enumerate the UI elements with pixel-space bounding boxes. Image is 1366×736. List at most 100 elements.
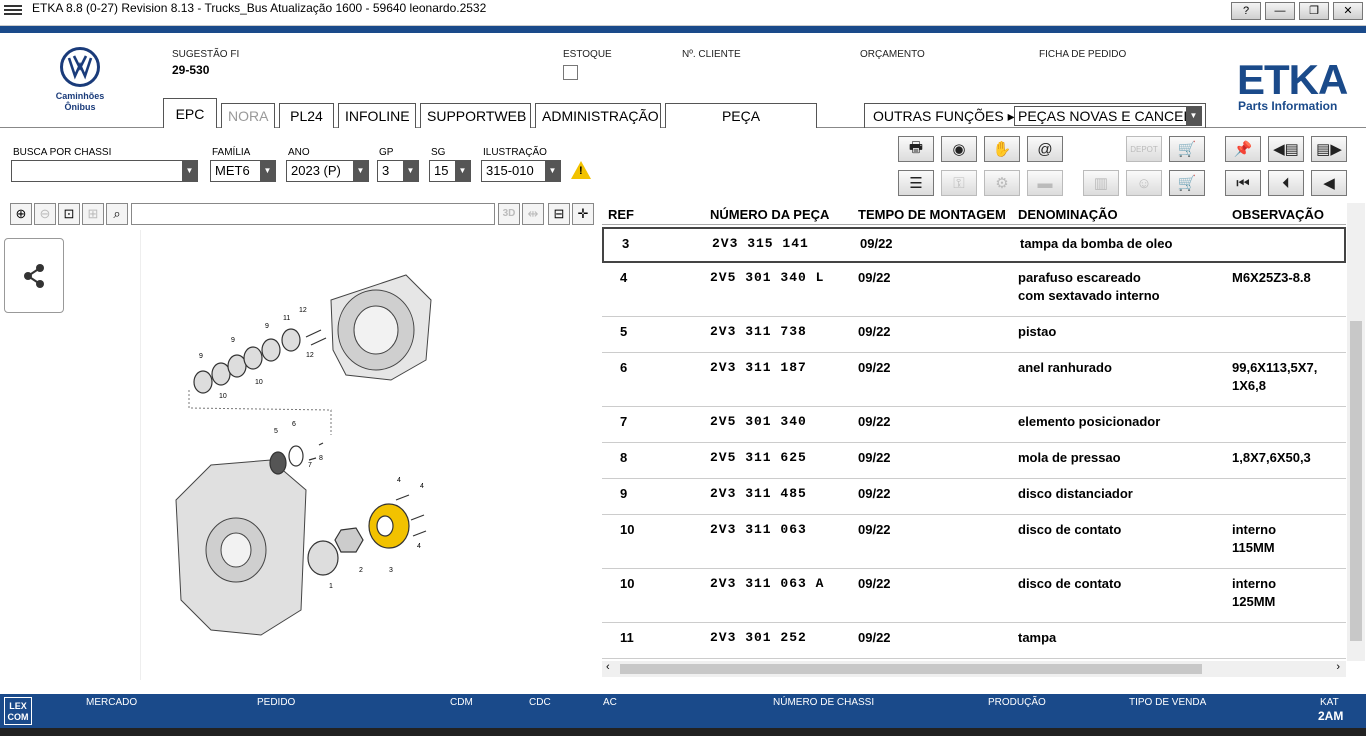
cart-icon[interactable]: 🛒: [1169, 136, 1205, 162]
table-row[interactable]: 9 2V3 311 485 09/22 disco distanciador: [602, 479, 1346, 515]
page-forward-icon[interactable]: ▤▶: [1311, 136, 1347, 162]
menu-icon[interactable]: [4, 3, 22, 17]
tab-infoline[interactable]: INFOLINE: [338, 103, 416, 128]
callout-3: 3: [389, 567, 393, 574]
vertical-scrollbar[interactable]: [1347, 203, 1365, 661]
chevron-down-icon: ▼: [545, 161, 560, 181]
close-button[interactable]: ✕: [1333, 2, 1363, 20]
vehicle-icon[interactable]: ⚙: [984, 170, 1020, 196]
chevron-down-icon: ▼: [1186, 107, 1201, 125]
parts-table: REF NÚMERO DA PEÇA TEMPO DE MONTAGEM DEN…: [602, 203, 1346, 661]
pin-icon[interactable]: 📌: [1225, 136, 1261, 162]
3d-view-button[interactable]: 3D: [498, 203, 520, 225]
page-back-icon[interactable]: ◀▤: [1268, 136, 1304, 162]
depot-button[interactable]: DEPOT: [1126, 136, 1162, 162]
col-ref[interactable]: REF: [608, 207, 634, 222]
status-ac: AC: [603, 697, 617, 708]
tab-nora[interactable]: NORA: [221, 103, 275, 128]
help-button[interactable]: ?: [1231, 2, 1261, 20]
first-page-icon[interactable]: ⏮: [1225, 170, 1261, 196]
share-button[interactable]: [4, 238, 64, 313]
zoom-in-icon[interactable]: ⊕: [10, 203, 32, 225]
scroll-thumb[interactable]: [620, 664, 1202, 674]
scroll-right-icon[interactable]: ›: [1336, 661, 1340, 673]
table-row[interactable]: 3 2V3 315 141 09/22 tampa da bomba de oleo: [602, 227, 1346, 263]
exploded-parts-drawing[interactable]: 12 11 12 9 9 10 10 9 5 6 7 8 4 4 4 1 2 3: [140, 230, 600, 680]
lexcom-logo: LEX COM: [4, 697, 32, 725]
previous-page-icon[interactable]: ⏴: [1268, 170, 1304, 196]
outras-funcoes-label[interactable]: OUTRAS FUNÇÕES ▸: [873, 108, 1015, 125]
key-icon[interactable]: ⚿: [941, 170, 977, 196]
filter-toolbar: BUSCA POR CHASSI ▼ FAMÍLIA MET6 ▼ ANO 20…: [0, 128, 1366, 200]
search-icon[interactable]: ⌕: [106, 203, 128, 225]
zoom-out-icon[interactable]: ⊖: [34, 203, 56, 225]
tab-administracao[interactable]: ADMINISTRAÇÃO: [535, 103, 661, 128]
table-row[interactable]: 6 2V3 311 187 09/22 anel ranhurado 99,6X113,…: [602, 353, 1346, 407]
minimize-button[interactable]: —: [1265, 2, 1295, 20]
gp-label: GP: [379, 147, 394, 158]
outras-funcoes-value: PEÇAS NOVAS E CANCEL.: [1018, 108, 1196, 124]
table-row[interactable]: 10 2V3 311 063 09/22 disco de contato intern…: [602, 515, 1346, 569]
familia-select[interactable]: MET6 ▼: [210, 160, 276, 182]
ano-select[interactable]: 2023 (P) ▼: [286, 160, 369, 182]
chassi-select[interactable]: ▼: [11, 160, 198, 182]
cell-ref: 3: [622, 236, 630, 251]
sg-select[interactable]: 15 ▼: [429, 160, 471, 182]
table-row[interactable]: 5 2V3 311 738 09/22 pistao: [602, 317, 1346, 353]
col-denominacao[interactable]: DENOMINAÇÃO: [1018, 207, 1118, 222]
pump-housing-drawing: [175, 459, 307, 636]
list-icon[interactable]: ☰: [898, 170, 934, 196]
cell-ref: 7: [620, 414, 628, 429]
tab-peca-normalizada[interactable]: PEÇA NORMALIZADA: [665, 103, 817, 148]
cell-observacao-line-2: 1X6,8: [1232, 378, 1266, 393]
table-row[interactable]: 7 2V5 301 340 09/22 elemento posicionador: [602, 407, 1346, 443]
accent-bar: [0, 26, 1366, 33]
split-view-icon[interactable]: ⊟: [548, 203, 570, 225]
ilustracao-value: 315-010: [486, 163, 534, 178]
lexcom-line-1: LEX: [9, 701, 27, 711]
tab-pl24[interactable]: PL24: [279, 103, 334, 128]
ilustracao-select[interactable]: 315-010 ▼: [481, 160, 561, 182]
zoom-fit-icon[interactable]: ⊡: [58, 203, 80, 225]
horizontal-scrollbar[interactable]: ‹ ›: [602, 661, 1346, 677]
handshake-icon[interactable]: ✋: [984, 136, 1020, 162]
etka-subtitle: Parts Information: [1238, 99, 1338, 113]
col-tempo[interactable]: TEMPO DE MONTAGEM: [858, 207, 1006, 222]
resize-icon[interactable]: ✛: [572, 203, 594, 225]
estoque-checkbox[interactable]: [563, 65, 578, 80]
print-icon[interactable]: 🖶: [898, 136, 934, 162]
illustration-search-input[interactable]: [131, 203, 495, 225]
people-icon[interactable]: ☺: [1126, 170, 1162, 196]
seals-drawing: [269, 442, 324, 475]
callout-9a: 9: [265, 323, 269, 330]
table-row[interactable]: 4 2V5 301 340 L 09/22 parafuso escareado M6X…: [602, 263, 1346, 317]
col-numero[interactable]: NÚMERO DA PEÇA: [710, 207, 829, 222]
previous-icon[interactable]: ◀: [1311, 170, 1347, 196]
cell-numero: 2V3 311 063 A: [710, 576, 825, 591]
scroll-left-icon[interactable]: ‹: [606, 661, 610, 673]
gp-select[interactable]: 3 ▼: [377, 160, 419, 182]
cell-tempo: 09/22: [858, 414, 891, 429]
tab-supportweb[interactable]: SUPPORTWEB: [420, 103, 531, 128]
zoom-region-icon[interactable]: ⊞: [82, 203, 104, 225]
callout-9c: 9: [199, 353, 203, 360]
table-row[interactable]: 10 2V3 311 063 A 09/22 disco de contato inte…: [602, 569, 1346, 623]
col-observacao[interactable]: OBSERVAÇÃO: [1232, 207, 1324, 222]
table-row[interactable]: 11 2V3 301 252 09/22 tampa: [602, 623, 1346, 659]
ficha-label: FICHA DE PEDIDO: [1039, 49, 1127, 60]
explode-view-icon[interactable]: ⇹: [522, 203, 544, 225]
cart-add-icon[interactable]: 🛒: [1169, 170, 1205, 196]
compare-icon[interactable]: ▥: [1083, 170, 1119, 196]
service-icon[interactable]: ◉: [941, 136, 977, 162]
scroll-thumb[interactable]: [1350, 321, 1362, 641]
outras-funcoes-select[interactable]: PEÇAS NOVAS E CANCEL. ▼: [1014, 106, 1202, 126]
outras-funcoes-text: OUTRAS FUNÇÕES: [873, 108, 1004, 124]
email-icon[interactable]: @: [1027, 136, 1063, 162]
warning-icon[interactable]: !: [571, 161, 591, 179]
maximize-button[interactable]: ❐: [1299, 2, 1329, 20]
cell-denominacao: tampa: [1018, 630, 1057, 645]
table-row[interactable]: 8 2V5 311 625 09/22 mola de pressao 1,8X7,6X…: [602, 443, 1346, 479]
tab-epc[interactable]: EPC: [163, 98, 217, 129]
cell-ref: 9: [620, 486, 628, 501]
minus-icon[interactable]: ▬: [1027, 170, 1063, 196]
